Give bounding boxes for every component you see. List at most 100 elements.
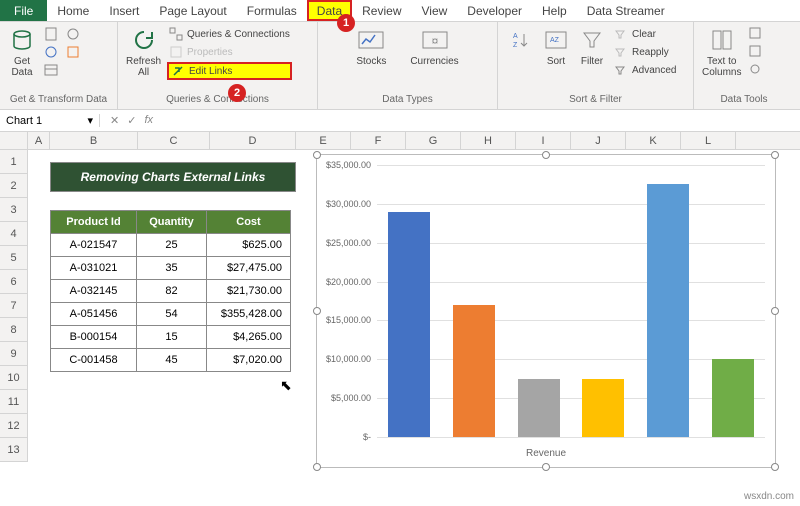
tab-view[interactable]: View (412, 0, 458, 21)
recent-icon (66, 27, 80, 41)
edit-links-button[interactable]: Edit Links (167, 62, 292, 80)
chart-plot-area[interactable]: $-$5,000.00$10,000.00$15,000.00$20,000.0… (377, 165, 765, 437)
row-11[interactable]: 11 (0, 390, 28, 414)
name-box[interactable]: Chart 1 ▾ (0, 114, 100, 127)
resize-handle[interactable] (542, 151, 550, 159)
resize-handle[interactable] (542, 463, 550, 471)
chart-ytick: $15,000.00 (326, 315, 371, 325)
row-4[interactable]: 4 (0, 222, 28, 246)
chart-gridline (377, 320, 765, 321)
resize-handle[interactable] (313, 463, 321, 471)
row-12[interactable]: 12 (0, 414, 28, 438)
select-all-corner[interactable] (0, 132, 28, 149)
queries-connections-button[interactable]: Queries & Connections (167, 26, 292, 42)
col-B[interactable]: B (50, 132, 138, 149)
resize-handle[interactable] (313, 151, 321, 159)
tool-3[interactable] (747, 62, 765, 78)
col-G[interactable]: G (406, 132, 461, 149)
clear-icon (614, 27, 628, 41)
tool-2[interactable] (747, 44, 765, 60)
row-1[interactable]: 1 (0, 150, 28, 174)
tool-1[interactable] (747, 26, 765, 42)
col-E[interactable]: E (296, 132, 351, 149)
fx-icon[interactable]: fx (144, 114, 153, 127)
tab-insert[interactable]: Insert (99, 0, 149, 21)
text-to-columns-button[interactable]: Text to Columns (700, 24, 743, 80)
row-3[interactable]: 3 (0, 198, 28, 222)
table-title: Removing Charts External Links (50, 162, 296, 192)
row-6[interactable]: 6 (0, 270, 28, 294)
row-8[interactable]: 8 (0, 318, 28, 342)
chart-bar[interactable] (647, 184, 689, 437)
file-icon (44, 27, 58, 41)
row-10[interactable]: 10 (0, 366, 28, 390)
tab-developer[interactable]: Developer (457, 0, 532, 21)
sort-az-button[interactable]: AZ (504, 24, 536, 56)
chart-ytick: $20,000.00 (326, 277, 371, 287)
resize-handle[interactable] (771, 307, 779, 315)
tab-help[interactable]: Help (532, 0, 577, 21)
stocks-button[interactable]: Stocks (354, 24, 388, 69)
table-row: A-02154725$625.00 (51, 234, 291, 257)
cursor-icon: ⬉ (280, 377, 292, 394)
get-data-button[interactable]: Get Data (6, 24, 38, 80)
chart-gridline (377, 282, 765, 283)
tab-review[interactable]: Review (352, 0, 411, 21)
filter-button[interactable]: Filter (576, 24, 608, 69)
chart-bar[interactable] (453, 305, 495, 437)
group-sort-filter: Sort & Filter (504, 94, 687, 107)
col-H[interactable]: H (461, 132, 516, 149)
file-tab[interactable]: File (0, 0, 47, 21)
callout-1: 1 (337, 14, 355, 32)
chart-bar[interactable] (518, 379, 560, 437)
from-source-2[interactable] (42, 44, 60, 60)
chart-bar[interactable] (388, 212, 430, 437)
cancel-icon[interactable]: ✕ (110, 114, 119, 127)
row-13[interactable]: 13 (0, 438, 28, 462)
clear-button[interactable]: Clear (612, 26, 678, 42)
chart-bar[interactable] (582, 379, 624, 437)
chart-ytick: $10,000.00 (326, 354, 371, 364)
properties-button[interactable]: Properties (167, 44, 292, 60)
row-2[interactable]: 2 (0, 174, 28, 198)
chart-ytick: $35,000.00 (326, 160, 371, 170)
text-columns-icon (708, 26, 736, 54)
flash-fill-icon (749, 27, 763, 41)
connection-icon (66, 45, 80, 59)
tab-home[interactable]: Home (47, 0, 99, 21)
col-K[interactable]: K (626, 132, 681, 149)
col-A[interactable]: A (28, 132, 50, 149)
row-5[interactable]: 5 (0, 246, 28, 270)
tab-page-layout[interactable]: Page Layout (149, 0, 236, 21)
tab-data-streamer[interactable]: Data Streamer (577, 0, 675, 21)
enter-icon[interactable]: ✓ (127, 114, 136, 127)
from-source-3[interactable] (42, 62, 60, 78)
row-9[interactable]: 9 (0, 342, 28, 366)
from-source-4[interactable] (64, 26, 82, 42)
resize-handle[interactable] (313, 307, 321, 315)
col-D[interactable]: D (210, 132, 296, 149)
advanced-button[interactable]: Advanced (612, 62, 678, 78)
resize-handle[interactable] (771, 463, 779, 471)
tab-formulas[interactable]: Formulas (237, 0, 307, 21)
refresh-all-button[interactable]: Refresh All (124, 24, 163, 80)
resize-handle[interactable] (771, 151, 779, 159)
sort-button[interactable]: AZSort (540, 24, 572, 69)
validation-icon (749, 63, 763, 77)
currencies-button[interactable]: ¤ Currencies (408, 24, 460, 69)
reapply-icon (614, 45, 628, 59)
ribbon-tabs: File Home Insert Page Layout Formulas Da… (0, 0, 800, 22)
col-I[interactable]: I (516, 132, 571, 149)
col-L[interactable]: L (681, 132, 736, 149)
from-source-1[interactable] (42, 26, 60, 42)
col-J[interactable]: J (571, 132, 626, 149)
col-C[interactable]: C (138, 132, 210, 149)
table-row: A-05145654$355,428.00 (51, 303, 291, 326)
chart-object[interactable]: $-$5,000.00$10,000.00$15,000.00$20,000.0… (316, 154, 776, 468)
col-F[interactable]: F (351, 132, 406, 149)
chart-bar[interactable] (712, 359, 754, 437)
cells-area[interactable]: Removing Charts External Links Product I… (28, 150, 800, 462)
row-7[interactable]: 7 (0, 294, 28, 318)
from-source-5[interactable] (64, 44, 82, 60)
reapply-button[interactable]: Reapply (612, 44, 678, 60)
